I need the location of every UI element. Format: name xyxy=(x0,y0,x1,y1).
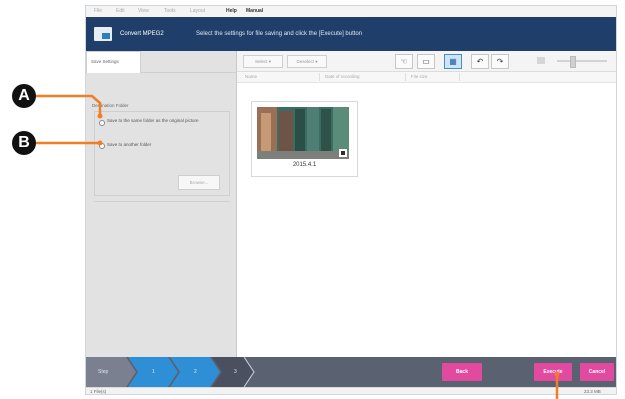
zoom-slider-track[interactable] xyxy=(557,60,607,62)
hand-tool-button[interactable]: ☜ xyxy=(395,54,413,69)
menu-file[interactable]: File xyxy=(94,8,102,14)
thumbnail-image xyxy=(257,107,349,159)
menu-help[interactable]: Help xyxy=(226,8,237,14)
app-title: Convert MPEG2 xyxy=(120,31,164,37)
video-thumbnail[interactable]: 2015.4.1 xyxy=(251,101,358,177)
rotate-left-icon: ↶ xyxy=(476,57,484,66)
status-total-size: 23.3 MB xyxy=(584,389,601,394)
step-3: 3 xyxy=(234,369,237,375)
settings-panel: Save Settings Destination Folder Save to… xyxy=(86,51,237,357)
thumbnail-caption: 2015.4.1 xyxy=(292,162,317,168)
radio-same-folder-label: Save to the same folder as the original … xyxy=(107,118,199,123)
radio-another-folder-label: Save to another folder xyxy=(107,142,152,147)
column-header-row: Name Date of recording File size xyxy=(237,72,616,83)
rotate-right-icon: ↷ xyxy=(496,57,504,66)
browser-toolbar: Select ▾ Deselect ▾ ☜ ▭ ▦ ↶ ↷ xyxy=(237,51,616,72)
status-bar: 1 File(s) 23.3 MB xyxy=(86,387,616,394)
zoom-slider-handle[interactable] xyxy=(570,56,576,68)
menu-view[interactable]: View xyxy=(138,8,149,14)
column-header-name[interactable]: Name xyxy=(245,74,257,79)
hand-icon: ☜ xyxy=(400,57,408,66)
thumbnail-view-button[interactable]: ▦ xyxy=(444,54,462,69)
radio-another-folder[interactable] xyxy=(99,143,105,149)
rectangle-icon: ▭ xyxy=(422,57,430,66)
step-2: 2 xyxy=(194,369,197,375)
menu-manual[interactable]: Manual xyxy=(246,8,263,14)
back-button[interactable]: Back xyxy=(442,363,482,381)
callout-a-badge: A xyxy=(12,84,36,108)
browse-button[interactable]: Browse... xyxy=(178,175,220,190)
status-file-count: 1 File(s) xyxy=(90,389,107,394)
menu-tools[interactable]: Tools xyxy=(164,8,176,14)
destination-group-label: Destination Folder xyxy=(92,103,129,108)
file-browser: Select ▾ Deselect ▾ ☜ ▭ ▦ ↶ ↷ Name Date … xyxy=(237,51,616,357)
instruction-text: Select the settings for file saving and … xyxy=(196,31,363,37)
grid-icon: ▦ xyxy=(449,57,457,66)
step-1: 1 xyxy=(152,369,155,375)
app-window: File Edit View Tools Layout Help Manual … xyxy=(85,5,617,395)
tab-save-settings[interactable]: Save Settings xyxy=(86,51,141,73)
column-header-size[interactable]: File size xyxy=(411,74,428,79)
menu-layout[interactable]: Layout xyxy=(190,8,205,14)
menu-edit[interactable]: Edit xyxy=(116,8,125,14)
app-logo-icon xyxy=(94,27,112,41)
title-bar: Convert MPEG2 Select the settings for fi… xyxy=(86,17,616,51)
select-dropdown-button[interactable]: Select ▾ xyxy=(243,55,283,68)
cancel-button[interactable]: Cancel xyxy=(580,363,614,381)
deselect-dropdown-button[interactable]: Deselect ▾ xyxy=(287,55,327,68)
step-label: Step xyxy=(98,369,109,375)
execute-button[interactable]: Execute xyxy=(534,363,572,381)
column-header-date[interactable]: Date of recording xyxy=(325,74,360,79)
step-chevrons xyxy=(86,357,255,387)
step-bar: Step 1 2 3 Back Execute Cancel xyxy=(86,357,616,387)
tab-divider xyxy=(141,72,236,73)
radio-same-folder[interactable] xyxy=(99,120,105,126)
rotate-left-button[interactable]: ↶ xyxy=(471,54,489,69)
callout-b-badge: B xyxy=(12,131,36,155)
small-thumbnail-icon xyxy=(537,57,545,64)
panel-divider xyxy=(94,201,230,202)
single-view-button[interactable]: ▭ xyxy=(417,54,435,69)
rotate-right-button[interactable]: ↷ xyxy=(491,54,509,69)
